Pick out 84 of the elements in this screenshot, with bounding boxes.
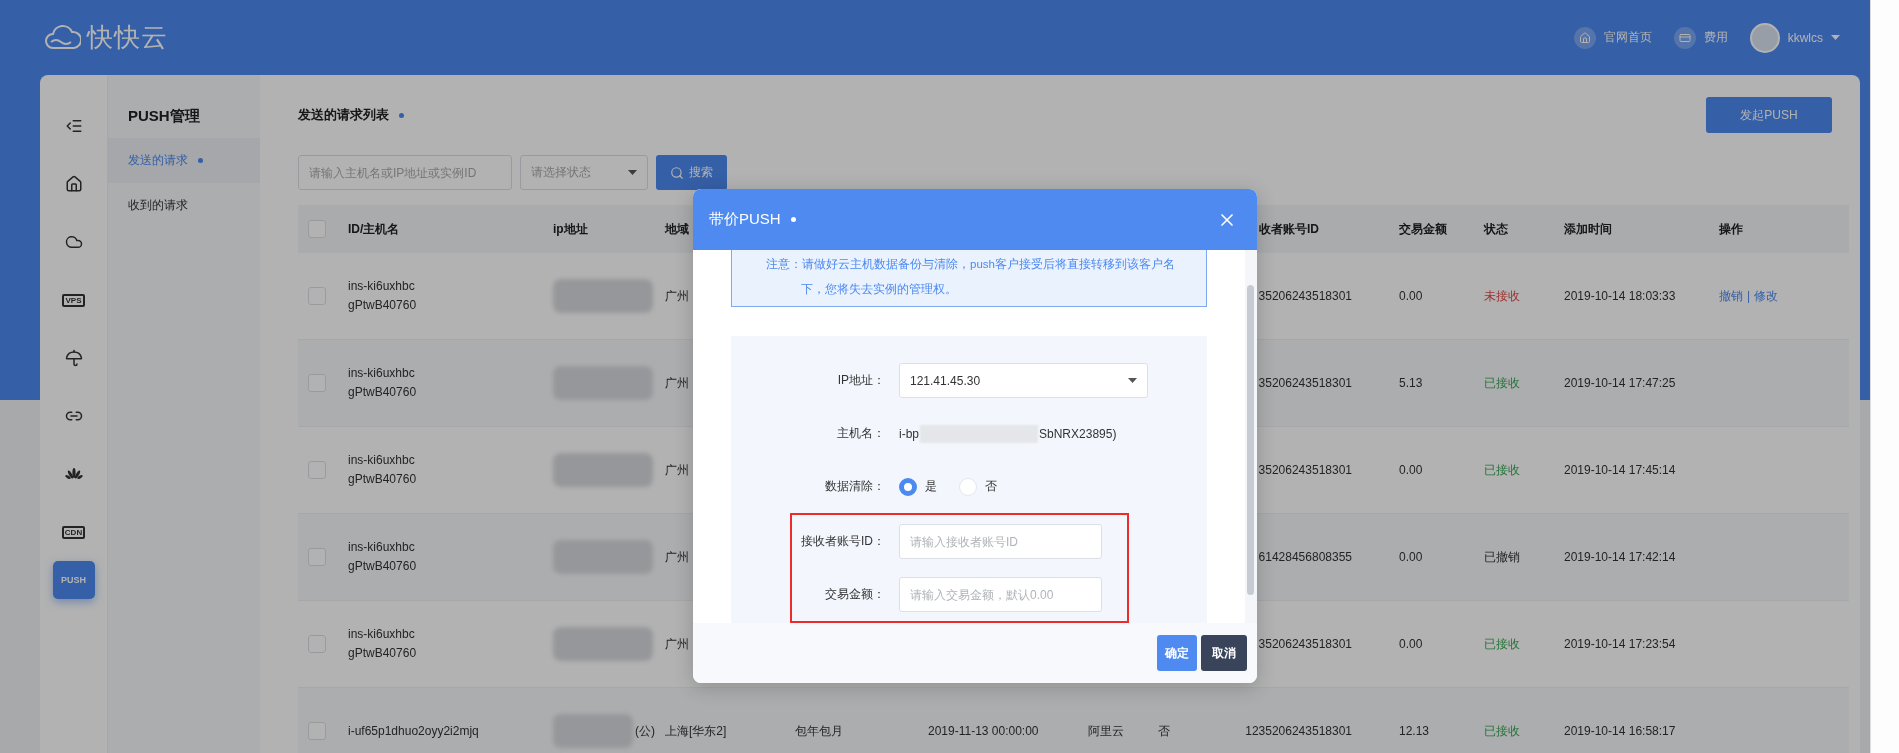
column-header: ID/主机名 bbox=[338, 205, 543, 253]
status-text: 已接收 bbox=[1484, 635, 1520, 653]
table-cell: i-uf65p1dhuo2oyy2i2mjq bbox=[338, 688, 543, 753]
caret-icon bbox=[1128, 378, 1137, 383]
checkbox[interactable] bbox=[308, 722, 326, 740]
umbrella-icon bbox=[64, 349, 83, 367]
form-label: 数据清除： bbox=[824, 478, 886, 495]
flower-icon bbox=[64, 468, 83, 480]
search-button[interactable]: 搜索 bbox=[656, 155, 727, 190]
table-cell: 12.13 bbox=[1389, 688, 1474, 753]
dialog-button[interactable]: 确定 bbox=[1157, 635, 1197, 671]
table-cell: 2019-10-14 16:58:17 bbox=[1554, 688, 1709, 753]
checkbox[interactable] bbox=[308, 374, 326, 392]
avatar-icon bbox=[1749, 22, 1780, 53]
menu-fold-icon bbox=[64, 117, 83, 135]
checkbox[interactable] bbox=[308, 461, 326, 479]
form-label: 接收者账号ID： bbox=[800, 533, 886, 550]
separator-text: | bbox=[1747, 287, 1751, 305]
status-text: 已接收 bbox=[1484, 722, 1520, 740]
status-text: 未接收 bbox=[1484, 287, 1520, 305]
table-cell: 包年包月 bbox=[785, 688, 918, 753]
column-header: 操作 bbox=[1709, 205, 1849, 253]
submenu-title: PUSH管理 bbox=[127, 106, 201, 126]
action-link[interactable]: 修改 bbox=[1754, 286, 1779, 306]
checkbox[interactable] bbox=[308, 287, 326, 305]
start-push-button[interactable]: 发起PUSH bbox=[1706, 97, 1832, 133]
form-label: 主机名： bbox=[836, 425, 886, 442]
top-link[interactable]: 费用 bbox=[1673, 26, 1728, 49]
user-menu[interactable]: kkwlcs bbox=[1749, 22, 1840, 53]
logo-text: 快快云 bbox=[87, 21, 168, 54]
table-cell: ins-ki6uxhbc gPtwB40760 bbox=[338, 514, 543, 601]
action-link[interactable]: 撤销 bbox=[1719, 286, 1743, 306]
table-cell: 上海[华东2] bbox=[655, 688, 785, 753]
table-cell: 阿里云 bbox=[1078, 688, 1148, 753]
form-label: 交易金额： bbox=[824, 586, 886, 603]
label-icon: CDN bbox=[61, 525, 86, 539]
dialog-title: 带价PUSH bbox=[709, 210, 781, 229]
column-header: 状态 bbox=[1474, 205, 1554, 253]
hostname-text: i-bp bbox=[899, 426, 919, 441]
column-header: ip地址 bbox=[543, 205, 655, 253]
caret-icon bbox=[1831, 35, 1840, 40]
radio-option[interactable]: 是 bbox=[899, 477, 937, 496]
nav-tile[interactable]: PUSH bbox=[52, 561, 95, 599]
caret-icon bbox=[628, 170, 637, 175]
scrollbar-thumb[interactable] bbox=[1247, 285, 1254, 595]
table-cell: 2019-10-14 17:47:25 bbox=[1554, 340, 1709, 427]
table-cell: 1235206243518301 bbox=[1223, 688, 1389, 753]
checkbox[interactable] bbox=[308, 220, 326, 238]
table-cell: 2019-10-14 17:42:14 bbox=[1554, 514, 1709, 601]
page-title: 发送的请求列表 bbox=[298, 106, 389, 124]
account-id-field[interactable]: 请输入接收者账号ID bbox=[899, 524, 1102, 559]
checkbox[interactable] bbox=[308, 635, 326, 653]
title-dot-icon bbox=[399, 112, 404, 118]
ip-select[interactable]: 121.41.45.30 bbox=[899, 363, 1148, 398]
nav-button[interactable]: CDN bbox=[52, 503, 95, 561]
column-header: 添加时间 bbox=[1554, 205, 1709, 253]
table-cell: ins-ki6uxhbc gPtwB40760 bbox=[338, 340, 543, 427]
table-cell: 0.00 bbox=[1389, 514, 1474, 601]
status-text: 已接收 bbox=[1484, 374, 1520, 392]
table-cell: 否 bbox=[1148, 688, 1223, 753]
nav-button[interactable]: VPS bbox=[52, 271, 95, 329]
submenu-item[interactable]: 发送的请求 bbox=[108, 138, 260, 183]
table-cell: 2019-11-13 00:00:00 bbox=[918, 688, 1078, 753]
status-text: 已接收 bbox=[1484, 461, 1520, 479]
cloud-icon bbox=[64, 233, 83, 251]
column-header: 交易金额 bbox=[1389, 205, 1474, 253]
home-icon bbox=[64, 175, 83, 193]
hostname-text: SbNRX23895) bbox=[1039, 426, 1117, 441]
amount-field[interactable]: 请输入交易金额，默认0.00 bbox=[899, 577, 1102, 612]
active-dot-icon bbox=[198, 158, 203, 163]
top-link[interactable]: 官网首页 bbox=[1573, 26, 1652, 49]
label-icon: VPS bbox=[62, 293, 85, 307]
radio-option[interactable]: 否 bbox=[959, 477, 997, 496]
notice-text: 注意：请做好云主机数据备份与清除，push客户接受后将直接转移到该客户名下，您将失去实例的管理权。 bbox=[731, 250, 1207, 307]
search-icon bbox=[670, 165, 684, 180]
title-dot-icon bbox=[790, 217, 796, 222]
checkbox[interactable] bbox=[308, 548, 326, 566]
table-cell: 5.13 bbox=[1389, 340, 1474, 427]
submenu-item[interactable]: 收到的请求 bbox=[108, 183, 260, 228]
cloud-logo-icon bbox=[45, 23, 81, 52]
ip-note: (公) bbox=[635, 722, 655, 740]
dialog-button[interactable]: 取消 bbox=[1201, 635, 1247, 671]
form-label: IP地址： bbox=[836, 372, 886, 389]
status-text: 已撤销 bbox=[1484, 548, 1520, 566]
